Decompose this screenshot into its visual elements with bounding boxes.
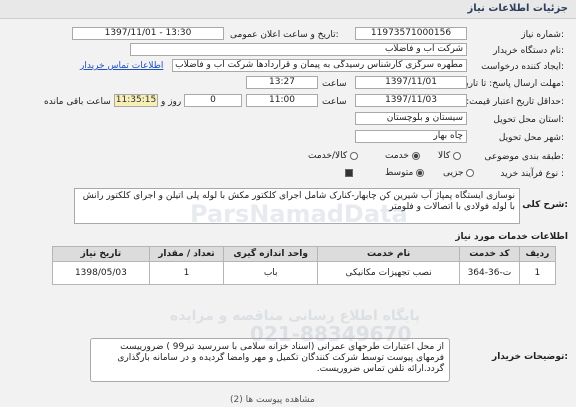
cell-code: ت-36-364 <box>458 261 520 285</box>
buyer-org-field: شرکت آب و فاضلاب <box>130 43 467 56</box>
process-option-medium[interactable]: متوسط <box>385 168 425 178</box>
col-unit: واحد اندازه گیری <box>223 246 319 262</box>
buyer-notes-label: توضیحات خریدار: <box>492 352 568 362</box>
validity-time-label: ساعت <box>322 97 347 107</box>
services-table: ردیف کد خدمت نام خدمت واحد اندازه گیری ت… <box>52 246 557 285</box>
need-number-label: شماره نیاز: <box>521 30 564 40</box>
process-option-minor-label: جزیی <box>443 168 464 178</box>
cell-name: نصب تجهیزات مکانیکی <box>317 261 460 285</box>
requester-label: ایجاد کننده درخواست: <box>481 62 564 72</box>
category-option-service-label: خدمت <box>385 151 409 161</box>
public-date-field: 1397/11/01 - 13:30 <box>72 27 224 40</box>
radio-icon[interactable] <box>466 168 475 177</box>
cell-qty: 1 <box>148 261 225 285</box>
cell-unit: باب <box>223 261 319 285</box>
col-row: ردیف <box>518 246 557 262</box>
category-option-goods-service-label: کالا/خدمت <box>308 151 348 161</box>
buyer-org-label: نام دستگاه خریدار: <box>493 46 564 56</box>
cell-row: 1 <box>518 261 557 285</box>
col-name: نام خدمت <box>317 246 460 262</box>
radio-icon[interactable] <box>453 151 462 160</box>
process-option-medium-label: متوسط <box>385 168 414 178</box>
col-qty: تعداد / مقدار <box>148 246 225 262</box>
col-date: تاریخ نیاز <box>52 246 150 262</box>
table-row: 1 ت-36-364 نصب تجهیزات مکانیکی باب 1 139… <box>52 261 557 285</box>
category-label: طبقه بندی موضوعی: <box>484 152 564 162</box>
category-option-goods-service[interactable]: کالا/خدمت <box>308 151 359 161</box>
col-code: کد خدمت <box>458 246 520 262</box>
category-option-service[interactable]: خدمت <box>385 151 420 161</box>
category-option-goods[interactable]: کالا <box>438 151 462 161</box>
reply-deadline-label: مهلت ارسال پاسخ: تا تاریخ: <box>460 79 564 89</box>
remaining-label: ساعت باقی مانده <box>44 97 111 107</box>
process-label: نوع فرآیند خرید : <box>500 169 564 179</box>
days-label: روز و <box>161 97 182 107</box>
buyer-notes-box: از محل اعتبارات طرحهای عمرانی (اسناد خزا… <box>90 338 450 382</box>
services-table-header: ردیف کد خدمت نام خدمت واحد اندازه گیری ت… <box>52 246 557 262</box>
city-label: شهر محل تحویل: <box>498 133 564 143</box>
process-option-minor[interactable]: جزیی <box>443 168 475 178</box>
reply-deadline-date: 1397/11/01 <box>355 76 467 89</box>
attachments-link[interactable]: مشاهده پیوست ها (2) <box>230 395 315 405</box>
buyer-contact-link[interactable]: اطلاعات تماس خریدار <box>80 61 163 71</box>
category-option-goods-label: کالا <box>438 151 451 161</box>
page-title: جزئیات اطلاعات نیاز <box>467 3 568 14</box>
remaining-days: 0 <box>184 94 242 107</box>
validity-deadline-date: 1397/11/03 <box>355 94 467 107</box>
city-field: چاه بهار <box>355 130 467 143</box>
province-label: استان محل تحویل: <box>493 115 564 125</box>
radio-icon[interactable] <box>350 151 359 160</box>
cell-date: 1398/05/03 <box>52 261 150 285</box>
reply-deadline-time: 13:27 <box>246 76 318 89</box>
radio-selected-icon[interactable] <box>411 151 420 160</box>
requester-field: مطهره سرگزی کارشناس رسیدگی به پیمان و قر… <box>172 59 467 72</box>
validity-deadline-time: 11:00 <box>246 94 318 107</box>
description-box: نوسازی ایستگاه پمپاژ آب شیرین کن چابهار-… <box>74 188 520 224</box>
radio-selected-icon[interactable] <box>416 168 425 177</box>
remaining-time: 11:35:15 <box>114 94 158 107</box>
need-number-field: 11973571000156 <box>355 27 467 40</box>
watermark-line: پایگاه اطلاع رسانی مناقصه و مزایده <box>170 308 421 324</box>
checkbox-icon[interactable] <box>345 168 353 177</box>
services-section-title: اطلاعات خدمات مورد نیاز <box>455 232 568 242</box>
page-header: جزئیات اطلاعات نیاز <box>0 0 576 19</box>
process-note-checkbox[interactable] <box>345 168 353 178</box>
province-field: سیستان و بلوچستان <box>355 112 467 125</box>
reply-time-label: ساعت <box>322 79 347 89</box>
public-date-label: تاریخ و ساعت اعلان عمومی: <box>230 30 339 40</box>
